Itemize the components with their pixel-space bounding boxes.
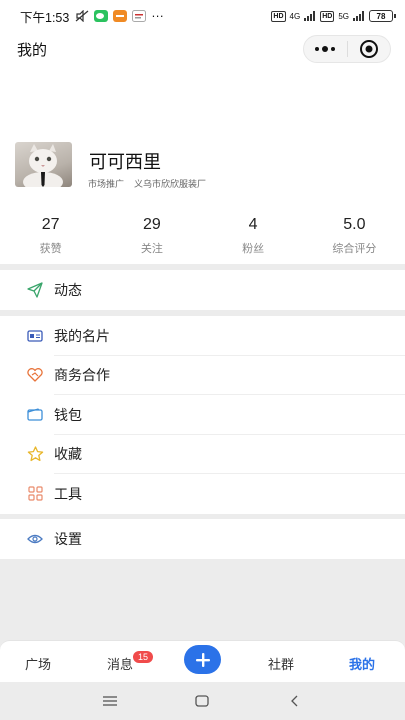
stat-rating[interactable]: 5.0 综合评分 [304, 216, 405, 256]
menu-label: 商务合作 [54, 367, 110, 384]
plus-icon [195, 652, 210, 667]
stat-following[interactable]: 29 关注 [101, 216, 202, 256]
user-subinfo: 市场推广 义乌市欣欣服装厂 [88, 177, 206, 190]
menu-item-settings[interactable]: 设置 [0, 519, 405, 559]
handshake-icon [26, 366, 44, 384]
user-company: 义乌市欣欣服装厂 [134, 179, 207, 189]
status-bar: 下午1:53 ··· HD 4G HD 5G 78 [0, 0, 405, 32]
stat-label: 获赞 [39, 243, 62, 255]
chevron-left-icon [291, 695, 298, 707]
menu-item-dynamics[interactable]: 动态 [0, 270, 405, 310]
status-time: 下午1:53 [20, 10, 70, 25]
square-home-icon [195, 695, 209, 707]
hamburger-icon [103, 696, 117, 706]
hd-badge: HD [271, 10, 286, 22]
eye-settings-icon [26, 530, 44, 548]
menu-item-business[interactable]: 商务合作 [0, 356, 405, 396]
target-close-icon [359, 40, 378, 58]
menu-item-tools[interactable]: 工具 [0, 474, 405, 514]
stat-followers[interactable]: 4 粉丝 [203, 216, 304, 256]
stat-value: 29 [142, 216, 161, 233]
tab-messages[interactable]: 消息 [107, 654, 133, 673]
hd-badge-2: HD [320, 10, 335, 22]
page-title: 我的 [17, 41, 48, 59]
stat-label: 粉丝 [242, 243, 265, 255]
signal-bars-icon [304, 11, 316, 21]
miniprogram-capsule [303, 35, 391, 63]
more-dots-icon [315, 46, 336, 52]
stats-row: 27 获赞 29 关注 4 粉丝 5.0 综合评分 [0, 216, 405, 256]
user-role: 市场推广 [88, 179, 125, 189]
back-nav-button[interactable] [279, 682, 309, 720]
star-icon [26, 445, 44, 463]
stat-value: 27 [41, 216, 60, 233]
avatar[interactable] [15, 142, 72, 187]
menu-label: 收藏 [54, 446, 82, 463]
stat-likes[interactable]: 27 获赞 [0, 216, 101, 256]
more-menu-button[interactable] [304, 36, 347, 62]
tab-mine[interactable]: 我的 [349, 654, 375, 673]
battery-icon: 78 [369, 10, 396, 22]
username: 可可西里 [89, 152, 161, 172]
bottom-tabbar: 广场 消息 15 社群 我的 [0, 640, 405, 682]
main-menu-section: 我的名片 商务合作 钱包 收藏 工具 [0, 316, 405, 514]
app-orange-icon [113, 10, 128, 22]
menu-item-favorites[interactable]: 收藏 [0, 435, 405, 475]
mute-icon [75, 10, 89, 22]
menu-label: 动态 [54, 281, 82, 298]
page-header: 我的 [0, 32, 405, 66]
menu-label: 我的名片 [54, 327, 110, 344]
card-icon [26, 327, 44, 345]
stat-value: 5.0 [343, 216, 366, 233]
wallet-icon [26, 406, 44, 424]
dynamics-section: 动态 [0, 270, 405, 310]
signal-5g: 5G [338, 11, 349, 21]
app-news-icon [132, 10, 147, 22]
paper-plane-icon [26, 281, 44, 299]
home-nav-button[interactable] [187, 682, 217, 720]
menu-label: 工具 [54, 485, 82, 502]
stat-value: 4 [248, 216, 258, 233]
settings-section: 设置 [0, 519, 405, 559]
menu-label: 钱包 [54, 406, 82, 423]
message-badge: 15 [133, 651, 153, 663]
profile-card: 可可西里 市场推广 义乌市欣欣服装厂 27 获赞 29 关注 4 粉丝 5.0 综… [0, 66, 405, 264]
wechat-icon [94, 10, 109, 22]
signal-bars-icon-2 [353, 11, 364, 21]
stat-label: 关注 [140, 243, 163, 255]
grid-icon [26, 485, 44, 503]
stat-label: 综合评分 [332, 243, 377, 255]
system-nav-bar [0, 682, 405, 720]
close-capsule-button[interactable] [348, 36, 391, 62]
tab-community[interactable]: 社群 [268, 654, 294, 673]
menu-item-wallet[interactable]: 钱包 [0, 395, 405, 435]
more-dots: ··· [151, 9, 164, 23]
menu-nav-button[interactable] [95, 682, 125, 720]
menu-label: 设置 [54, 530, 82, 547]
add-button[interactable] [184, 645, 221, 674]
menu-item-my-card[interactable]: 我的名片 [0, 316, 405, 356]
signal-4g: 4G [289, 11, 301, 21]
tab-square[interactable]: 广场 [25, 654, 51, 673]
